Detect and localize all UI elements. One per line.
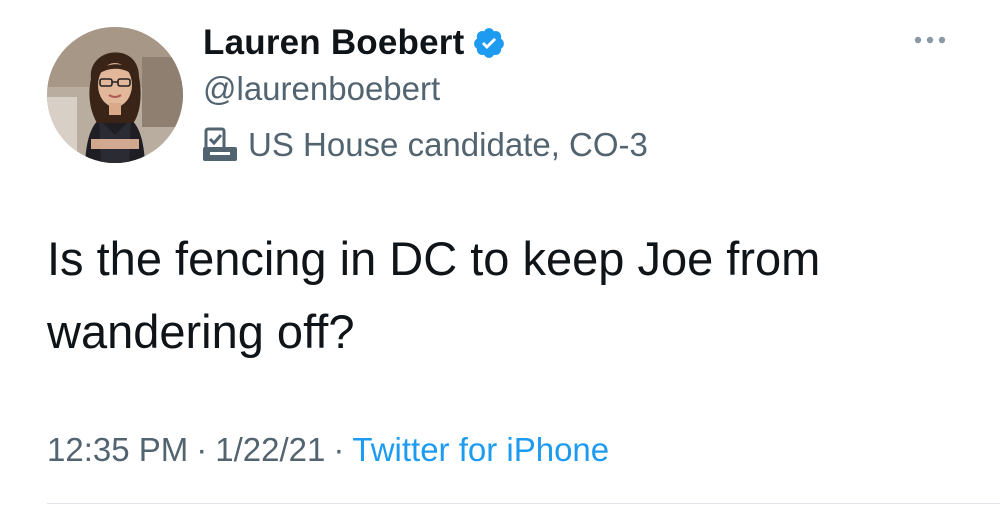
separator-dot: · (333, 431, 345, 468)
divider (47, 503, 1000, 504)
more-horizontal-icon[interactable] (908, 28, 952, 52)
author-affiliation-label: US House candidate, CO-3 (200, 122, 648, 168)
display-name[interactable]: Lauren Boebert (203, 23, 464, 63)
separator-dot: · (196, 431, 208, 468)
ballot-box-icon (200, 125, 240, 165)
tweet-detail: Lauren Boebert @laurenboebert US House c… (0, 0, 1000, 511)
author-name-row[interactable]: Lauren Boebert (203, 20, 506, 66)
avatar-image (47, 27, 183, 163)
tweet-date[interactable]: 1/22/21 (215, 431, 325, 469)
verified-badge-icon (472, 26, 506, 60)
tweet-time[interactable]: 12:35 PM (47, 431, 188, 469)
tweet-source-link[interactable]: Twitter for iPhone (352, 431, 609, 469)
avatar[interactable] (47, 27, 183, 163)
tweet-metadata: 12:35 PM · 1/22/21 · Twitter for iPhone (47, 428, 609, 472)
author-handle[interactable]: @laurenboebert (203, 70, 440, 108)
tweet-text: Is the fencing in DC to keep Joe from wa… (47, 232, 821, 358)
affiliation-label-text: US House candidate, CO-3 (248, 126, 648, 163)
